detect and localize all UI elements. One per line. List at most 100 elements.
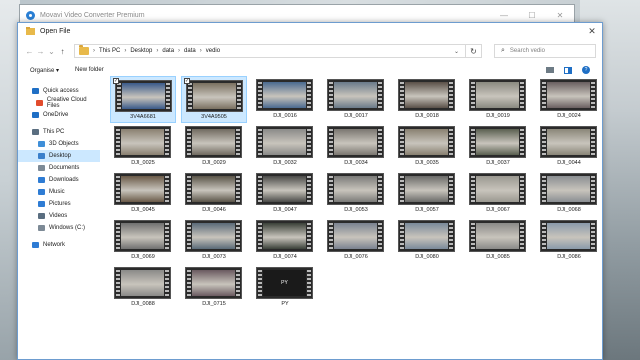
film-strip-icon [449,223,453,249]
film-strip-icon [400,223,404,249]
film-strip-icon [236,270,240,296]
chevron-down-icon[interactable]: ⌄ [454,48,459,55]
file-name: DJI_0035 [415,160,439,166]
file-tile[interactable]: DJI_0025 [110,123,176,170]
file-tile[interactable]: DJI_0069 [110,217,176,264]
nav-item-label: This PC [43,129,65,135]
recent-locations-button[interactable]: ⌄ [46,47,57,56]
new-folder-button[interactable]: New folder [75,67,104,73]
nav-item-label: Quick access [43,88,79,94]
preview-pane-icon[interactable] [564,66,572,74]
file-tile[interactable]: DJI_0019 [465,76,531,123]
help-icon[interactable]: ? [582,66,590,74]
file-name: DJI_0016 [273,113,297,119]
film-strip-icon [165,270,169,296]
video-thumbnail [540,220,597,252]
music-icon [38,189,45,195]
breadcrumb-item[interactable]: Desktop [130,48,152,54]
file-name: DJI_0025 [131,160,155,166]
select-checkbox[interactable]: ✓ [184,78,190,84]
open-file-dialog: Open File ✕ ← → ⌄ ↑ › This PC › Desktop … [17,22,603,360]
file-tile[interactable]: ✓ 3V4A9505 [181,76,247,123]
file-tile[interactable]: DJI_0018 [394,76,460,123]
up-button[interactable]: ↑ [57,47,68,56]
film-strip-icon [591,82,595,108]
forward-button[interactable]: → [35,47,46,56]
nav-item-label: Videos [49,213,68,219]
video-thumbnail [398,126,455,158]
nav-item-onedrive[interactable]: OneDrive [18,109,100,121]
file-name: DJI_0037 [486,160,510,166]
file-tile[interactable]: DJI_0074 [252,217,318,264]
file-tile[interactable]: DJI_0017 [323,76,389,123]
file-tile[interactable]: DJI_0046 [181,170,247,217]
search-input[interactable]: ⌕ Search vedio [494,44,596,58]
file-tile[interactable]: DJI_0016 [252,76,318,123]
dialog-close-button[interactable]: ✕ [582,26,602,37]
file-tile[interactable]: DJI_0068 [536,170,602,217]
nav-item-creative-cloud-files[interactable]: Creative Cloud Files [18,97,100,109]
file-tile[interactable]: DJI_0086 [536,217,602,264]
nav-item-3d-objects[interactable]: 3D Objects [18,138,100,150]
select-checkbox[interactable]: ✓ [113,78,119,84]
breadcrumb-item[interactable]: data [184,48,196,54]
back-button[interactable]: ← [24,47,35,56]
refresh-button[interactable]: ↻ [465,45,481,57]
file-tile[interactable]: DJI_0035 [394,123,460,170]
file-tile[interactable]: DJI_0053 [323,170,389,217]
breadcrumb-item[interactable]: This PC [99,48,120,54]
file-name: DJI_0044 [557,160,581,166]
address-bar[interactable]: › This PC › Desktop › data › data › vedi… [74,44,482,58]
star-icon [32,88,39,94]
nav-item-network[interactable]: Network [18,239,100,251]
file-tile[interactable]: DJI_0045 [110,170,176,217]
film-strip-icon [378,223,382,249]
file-tile[interactable]: DJI_0088 [110,264,176,311]
change-view-icon[interactable] [546,67,554,73]
nav-item-music[interactable]: Music [18,186,100,198]
nav-item-downloads[interactable]: Downloads [18,174,100,186]
thumbnail-frame [192,129,235,155]
nav-item-videos[interactable]: Videos [18,210,100,222]
thumbnail-frame [263,82,306,108]
breadcrumb-item[interactable]: vedio [206,48,220,54]
file-tile[interactable]: DJI_0024 [536,76,602,123]
file-tile[interactable]: PY PY [252,264,318,311]
file-name: DJI_0715 [202,301,226,307]
file-name: PY [281,301,289,307]
film-strip-icon [165,223,169,249]
file-tile[interactable]: DJI_0085 [465,217,531,264]
thumbnail-frame [192,223,235,249]
address-row: ← → ⌄ ↑ › This PC › Desktop › data › dat… [18,41,602,61]
film-strip-icon [449,129,453,155]
organise-button[interactable]: Organise ▾ [30,67,59,74]
file-tile[interactable]: DJI_0037 [465,123,531,170]
file-tile[interactable]: DJI_0073 [181,217,247,264]
breadcrumb-item[interactable]: data [162,48,174,54]
film-strip-icon [258,176,262,202]
video-thumbnail [469,79,526,111]
film-strip-icon [188,83,192,109]
file-tile[interactable]: DJI_0047 [252,170,318,217]
file-tile[interactable]: DJI_0076 [323,217,389,264]
film-strip-icon [471,82,475,108]
nav-item-quick-access[interactable]: Quick access [18,85,100,97]
file-tile[interactable]: DJI_0080 [394,217,460,264]
file-tile[interactable]: DJI_0067 [465,170,531,217]
film-strip-icon [307,223,311,249]
file-tile[interactable]: DJI_0034 [323,123,389,170]
nav-item-windows-c[interactable]: Windows (C:) [18,222,100,234]
file-tile[interactable]: ✓ 3V4A6681 [110,76,176,123]
video-thumbnail [327,173,384,205]
file-tile[interactable]: DJI_0029 [181,123,247,170]
file-tile[interactable]: DJI_0057 [394,170,460,217]
file-tile[interactable]: DJI_0044 [536,123,602,170]
nav-item-desktop[interactable]: Desktop [18,150,100,162]
file-tile[interactable]: DJI_0032 [252,123,318,170]
file-name: DJI_0047 [273,207,297,213]
nav-item-pictures[interactable]: Pictures [18,198,100,210]
nav-item-documents[interactable]: Documents [18,162,100,174]
film-strip-icon [307,82,311,108]
nav-item-this-pc[interactable]: This PC [18,126,100,138]
file-tile[interactable]: DJI_0715 [181,264,247,311]
